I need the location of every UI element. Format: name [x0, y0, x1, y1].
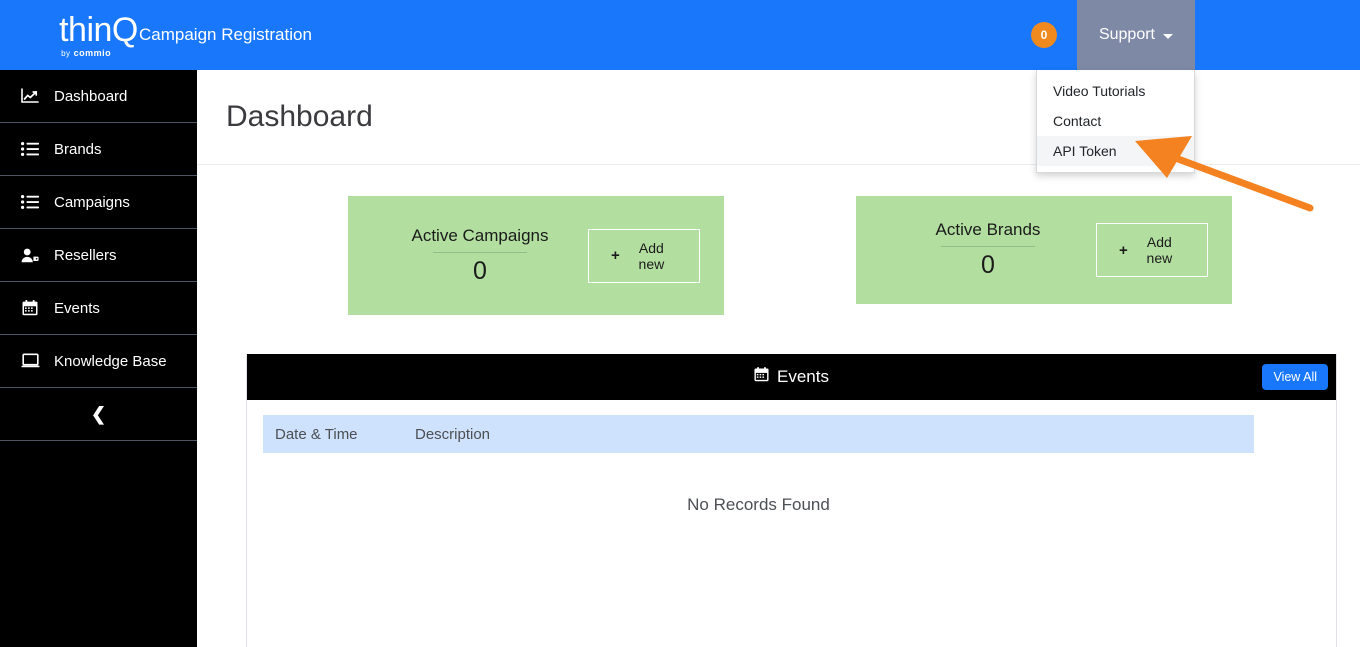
view-all-events-button[interactable]: View All [1262, 364, 1328, 390]
stat-card-divider [941, 246, 1035, 247]
column-header-date-time: Date & Time [275, 425, 358, 443]
add-new-campaign-button[interactable]: + Add new [588, 228, 700, 283]
sidebar-item-resellers[interactable]: Resellers [0, 229, 197, 282]
chevron-left-icon: ❮ [90, 404, 107, 424]
events-empty-message: No Records Found [687, 495, 830, 514]
page-title: Dashboard [226, 100, 373, 133]
plus-icon: + [611, 247, 620, 264]
sidebar-item-knowledge-base[interactable]: Knowledge Base [0, 335, 197, 388]
notification-count-badge[interactable]: 0 [1030, 22, 1057, 48]
sidebar-item-brands[interactable]: Brands [0, 123, 197, 176]
sidebar-item-dashboard[interactable]: Dashboard [0, 70, 197, 123]
stat-card-info: Active Brands 0 [880, 220, 1096, 280]
chart-line-icon [18, 87, 42, 105]
menu-item-api-token[interactable]: API Token [1037, 136, 1194, 166]
menu-item-contact[interactable]: Contact [1037, 106, 1194, 136]
sidebar-item-label: Dashboard [54, 87, 128, 105]
calendar-icon [18, 299, 42, 317]
app-title: Campaign Registration [139, 25, 312, 44]
stat-card-label: Active Campaigns [411, 225, 549, 245]
list-icon [18, 140, 42, 158]
user-tag-icon [18, 246, 42, 264]
calendar-icon [754, 367, 769, 387]
add-new-brand-button[interactable]: + Add new [1096, 223, 1208, 277]
header-right-fill [1195, 0, 1360, 70]
events-panel-title: Events [777, 367, 829, 386]
sidebar-item-label: Events [54, 299, 100, 317]
stat-cards-row: Active Campaigns 0 + Add new Active Bran… [197, 196, 1360, 315]
logo-wordmark: thinQ [59, 10, 138, 49]
stat-card-info: Active Campaigns 0 [372, 226, 588, 286]
sidebar-item-label: Campaigns [54, 193, 130, 211]
sidebar-collapse-button[interactable]: ❮ [0, 388, 197, 441]
events-panel-body: Date & Time Description No Records Found [247, 400, 1336, 515]
add-new-campaign-label: Add new [638, 239, 665, 272]
monitor-icon [18, 352, 42, 370]
sidebar-item-events[interactable]: Events [0, 282, 197, 335]
sidebar-item-label: Brands [54, 140, 102, 158]
logo-tagline: by commio [61, 47, 112, 58]
column-header-description: Description [415, 425, 491, 443]
events-panel-header: Events View All [247, 354, 1336, 400]
caret-down-icon [1163, 34, 1173, 39]
stat-card-active-brands: Active Brands 0 + Add new [856, 196, 1232, 304]
top-header-bar: thinQ by commio Campaign Registration 0 … [0, 0, 1360, 70]
add-new-brand-label: Add new [1146, 234, 1173, 266]
sidebar-item-campaigns[interactable]: Campaigns [0, 176, 197, 229]
stat-card-label: Active Brands [935, 220, 1041, 239]
sidebar-item-label: Resellers [54, 246, 117, 264]
plus-icon: + [1119, 241, 1128, 259]
list-icon [18, 193, 42, 211]
stat-card-divider [433, 251, 527, 253]
sidebar-nav: Dashboard Brands Campaigns Resellers Eve… [0, 70, 197, 647]
support-menu-label: Support [1098, 26, 1155, 43]
stat-card-active-campaigns: Active Campaigns 0 + Add new [348, 196, 724, 315]
menu-item-video-tutorials[interactable]: Video Tutorials [1037, 76, 1194, 106]
stat-card-value: 0 [981, 251, 995, 279]
sidebar-item-label: Knowledge Base [54, 352, 167, 370]
dashboard-page: thinQ by commio Campaign Registration 0 … [0, 0, 1360, 647]
logo-by-text: by [61, 48, 71, 58]
events-table-header-row: Date & Time Description [263, 415, 1254, 453]
events-panel: Events View All Date & Time Description … [246, 354, 1337, 647]
stat-card-value: 0 [473, 256, 487, 285]
support-dropdown-menu: Video Tutorials Contact API Token [1036, 70, 1195, 173]
logo-company-text: commio [73, 47, 112, 58]
events-panel-title-group: Events [754, 367, 829, 387]
support-menu-button[interactable]: Support [1076, 0, 1195, 70]
